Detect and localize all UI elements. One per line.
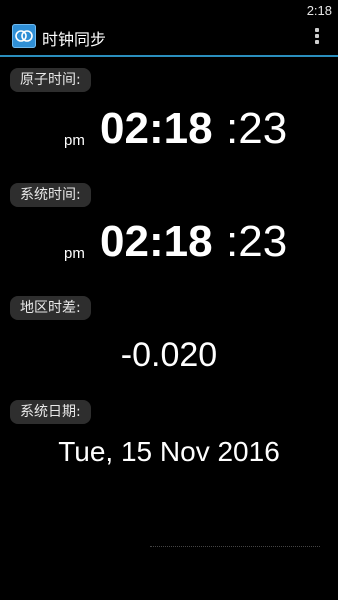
- atomic-time-seconds: :23: [226, 104, 288, 153]
- status-time: 2:18: [306, 3, 332, 18]
- overflow-menu-icon[interactable]: [314, 26, 320, 48]
- action-bar: 时钟同步: [0, 20, 338, 54]
- action-bar-divider: [0, 55, 338, 57]
- system-time-ampm: pm: [64, 245, 85, 262]
- system-time-label: 系统时间:: [10, 183, 91, 207]
- status-bar: 2:18: [0, 0, 338, 20]
- atomic-time-hours-minutes: 02:18: [100, 104, 213, 153]
- system-time-display: pm 02:18 :23: [0, 215, 338, 275]
- system-time-hours-minutes: 02:18: [100, 217, 213, 266]
- system-time-seconds: :23: [226, 217, 288, 266]
- atomic-time-display: pm 02:18 :23: [0, 102, 338, 162]
- system-date-label: 系统日期:: [10, 400, 91, 424]
- time-difference-value: -0.020: [120, 336, 218, 374]
- atomic-time-ampm: pm: [64, 132, 85, 149]
- app-title: 时钟同步: [42, 30, 107, 49]
- system-date-value: Tue, 15 Nov 2016: [58, 436, 280, 467]
- atomic-time-label: 原子时间:: [10, 68, 91, 92]
- decorative-divider: [150, 546, 320, 548]
- clock-sync-icon[interactable]: [12, 24, 36, 48]
- time-difference-label: 地区时差:: [10, 296, 91, 320]
